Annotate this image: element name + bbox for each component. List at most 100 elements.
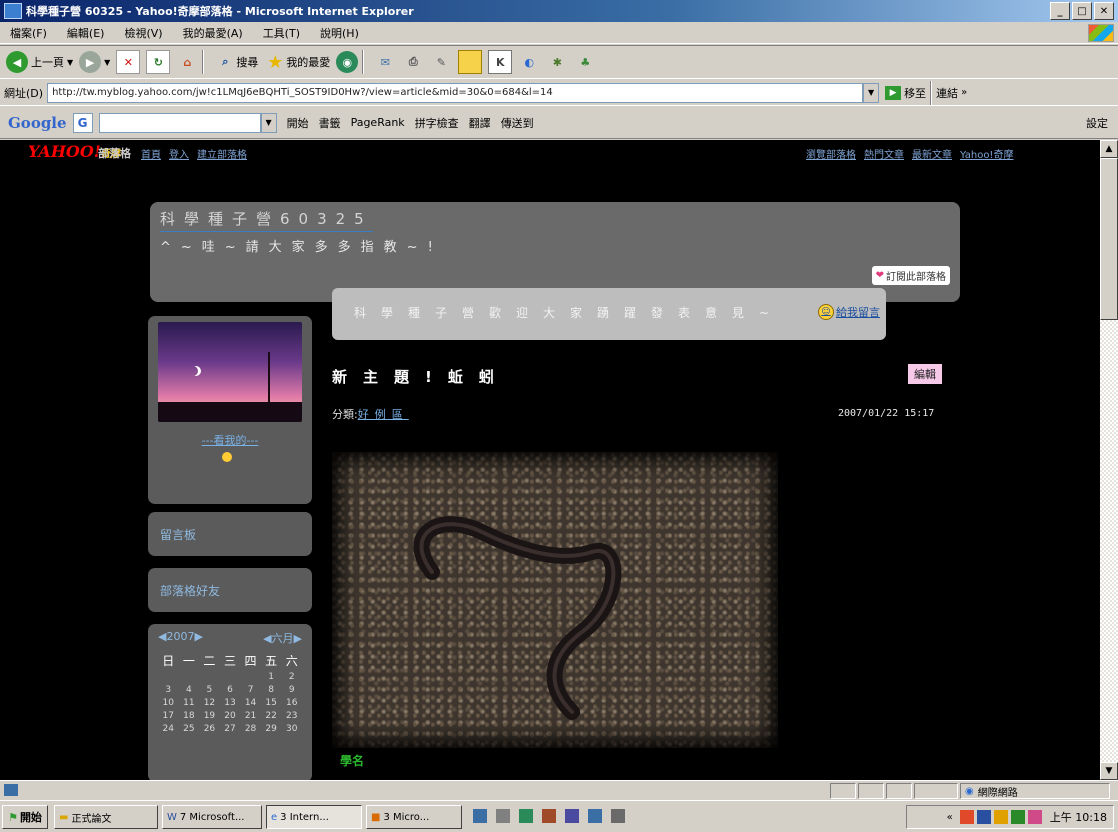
friends-link[interactable]: 部落格好友 (160, 582, 220, 599)
calendar-day[interactable]: 9 (281, 685, 302, 695)
google-settings-button[interactable]: 設定 (1086, 115, 1108, 131)
calendar-day[interactable]: 10 (158, 698, 179, 708)
search-button[interactable]: ⌕ 搜尋 (214, 51, 258, 73)
menu-view[interactable]: 檢視(V) (114, 25, 172, 41)
profile-image[interactable] (158, 322, 302, 422)
clock[interactable]: 上午 10:18 (1050, 809, 1107, 825)
refresh-button[interactable]: ↻ (146, 50, 171, 74)
google-spellcheck-button[interactable]: 拼字檢查 (415, 115, 459, 131)
tray-icon[interactable] (959, 810, 974, 824)
minimize-button[interactable]: _ (1050, 2, 1070, 20)
tray-expand-icon[interactable]: « (947, 812, 953, 823)
calendar-day[interactable]: 20 (220, 711, 241, 721)
tray-icon[interactable] (1010, 810, 1025, 824)
calendar-day[interactable]: 28 (240, 724, 261, 734)
calendar-day[interactable]: 1 (261, 672, 282, 682)
discuss-button[interactable] (458, 50, 483, 74)
edit-page-button[interactable]: ✎ (430, 51, 452, 73)
menu-help[interactable]: 說明(H) (310, 25, 369, 41)
calendar-day[interactable]: 17 (158, 711, 179, 721)
calendar-day[interactable]: 4 (179, 685, 200, 695)
quick-launch-icon[interactable] (519, 809, 533, 823)
tray-icon[interactable] (993, 810, 1008, 824)
calendar-day[interactable]: 21 (240, 711, 261, 721)
tray-icon[interactable] (976, 810, 991, 824)
back-button[interactable]: ◀ 上一頁 ▼ (6, 51, 73, 73)
links-button[interactable]: 連結 (936, 85, 958, 101)
calendar-day[interactable]: 29 (261, 724, 282, 734)
subscribe-button[interactable]: ❤ 訂閱此部落格 (871, 266, 950, 285)
task-word[interactable]: W 7 Microsoft... (162, 805, 262, 829)
calendar-day[interactable]: 7 (240, 685, 261, 695)
calendar-day[interactable]: 18 (179, 711, 200, 721)
calendar-day[interactable]: 27 (220, 724, 241, 734)
quick-launch-icon[interactable] (473, 809, 487, 823)
scroll-down-button[interactable]: ▼ (1100, 762, 1118, 780)
calendar-day[interactable]: 16 (281, 698, 302, 708)
quick-launch-icon[interactable] (496, 809, 510, 823)
google-start-button[interactable]: 開始 (287, 115, 309, 131)
messenger-button[interactable]: ◐ (518, 51, 540, 73)
edit-button[interactable]: 編輯 (908, 364, 942, 384)
yahoo-link-portal[interactable]: Yahoo!奇摩 (960, 146, 1013, 161)
maximize-button[interactable]: □ (1072, 2, 1092, 20)
go-button[interactable]: ▶ 移至 (885, 85, 926, 101)
calendar-day[interactable]: 26 (199, 724, 220, 734)
calendar-day[interactable]: 14 (240, 698, 261, 708)
task-office[interactable]: ■ 3 Micro... (366, 805, 462, 829)
research-button[interactable]: K (488, 50, 513, 74)
guestbook-link[interactable]: 留言板 (160, 526, 196, 543)
task-ie[interactable]: e 3 Intern... (266, 805, 362, 829)
address-input[interactable]: http://tw.myblog.yahoo.com/jw!c1LMqJ6eBQ… (47, 82, 864, 103)
yahoo-link-popular[interactable]: 熱門文章 (864, 146, 904, 161)
forward-button[interactable]: ▶ ▼ (79, 51, 110, 73)
yahoo-link-login[interactable]: 登入 (169, 146, 189, 161)
menu-file[interactable]: 檔案(F) (0, 25, 57, 41)
profile-link[interactable]: ---看我的--- (148, 432, 312, 448)
calendar-day[interactable]: 19 (199, 711, 220, 721)
calendar-day[interactable]: 30 (281, 724, 302, 734)
yahoo-link-home[interactable]: 首頁 (141, 146, 161, 161)
address-dropdown[interactable]: ▼ (863, 82, 880, 103)
category-link[interactable]: 好例區 (358, 408, 409, 421)
calendar-day[interactable]: 13 (220, 698, 241, 708)
task-folder[interactable]: ▬ 正式論文 (54, 805, 158, 829)
guestbook-panel[interactable]: 留言板 (148, 512, 312, 556)
home-button[interactable]: ⌂ (176, 51, 198, 73)
google-g-button[interactable]: G (72, 112, 93, 133)
google-pagerank-button[interactable]: PageRank (351, 116, 405, 129)
calendar-day[interactable]: 25 (179, 724, 200, 734)
calendar-day[interactable]: 2 (281, 672, 302, 682)
year-selector[interactable]: ◀2007▶ (158, 630, 203, 646)
google-translate-button[interactable]: 翻譯 (469, 115, 491, 131)
month-selector[interactable]: ◀六月▶ (263, 630, 302, 646)
media-button[interactable]: ◉ (336, 51, 359, 73)
stop-button[interactable]: ✕ (116, 50, 141, 74)
quick-launch-icon[interactable] (611, 809, 625, 823)
vertical-scrollbar[interactable]: ▲ ▼ (1100, 140, 1118, 780)
mail-button[interactable]: ✉ (374, 51, 396, 73)
yahoo-link-latest[interactable]: 最新文章 (912, 146, 952, 161)
yahoo-link-create[interactable]: 建立部落格 (197, 146, 247, 161)
scroll-up-button[interactable]: ▲ (1100, 140, 1118, 158)
tool-button[interactable]: ✱ (546, 51, 568, 73)
extra-button[interactable]: ♣ (574, 51, 596, 73)
calendar-day[interactable]: 6 (220, 685, 241, 695)
favorites-button[interactable]: ★ 我的最愛 (264, 51, 330, 73)
quick-launch-icon[interactable] (542, 809, 556, 823)
calendar-day[interactable]: 8 (261, 685, 282, 695)
menu-edit[interactable]: 編輯(E) (57, 25, 115, 41)
blog-title[interactable]: 科學種子營60325 (160, 208, 373, 232)
leave-message-link[interactable]: ☺ 給我留言 (818, 304, 880, 320)
google-search-dropdown[interactable]: ▼ (260, 112, 277, 133)
calendar-day[interactable]: 24 (158, 724, 179, 734)
calendar-day[interactable]: 5 (199, 685, 220, 695)
quick-launch-icon[interactable] (565, 809, 579, 823)
quick-launch-icon[interactable] (588, 809, 602, 823)
calendar-day[interactable]: 3 (158, 685, 179, 695)
calendar-day[interactable]: 12 (199, 698, 220, 708)
close-button[interactable]: ✕ (1094, 2, 1114, 20)
yahoo-link-browse[interactable]: 瀏覽部落格 (806, 146, 856, 161)
friends-panel[interactable]: 部落格好友 (148, 568, 312, 612)
tray-icon[interactable] (1027, 810, 1042, 824)
